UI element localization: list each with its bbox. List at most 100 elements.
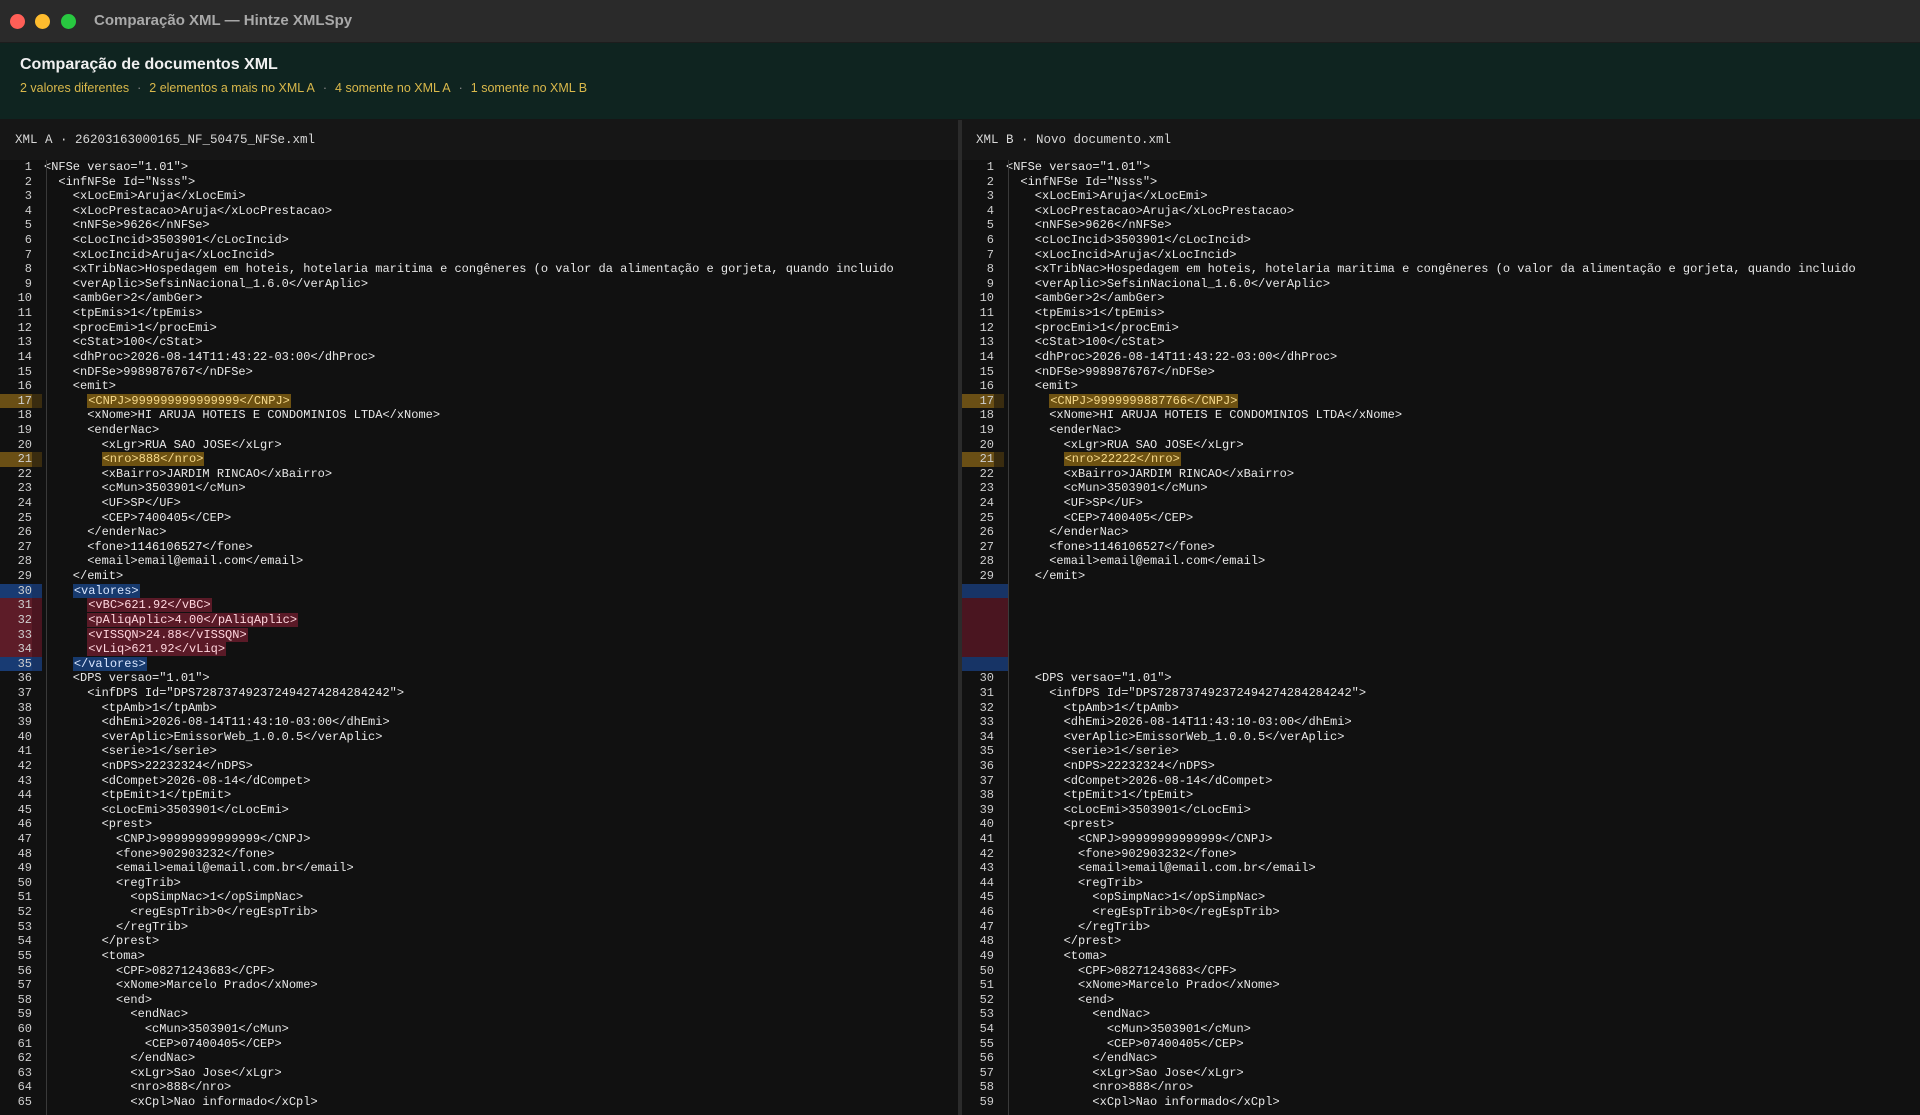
- code-line[interactable]: 19 <enderNac>: [0, 423, 958, 438]
- code-line[interactable]: 6 <cLocIncid>3503901</cLocIncid>: [0, 233, 958, 248]
- code-line[interactable]: 36 <DPS versao="1.01">: [0, 671, 958, 686]
- code-line[interactable]: 5 <nNFSe>9626</nNFSe>: [0, 218, 958, 233]
- code-line[interactable]: 54 <cMun>3503901</cMun>: [962, 1022, 1920, 1037]
- code-line[interactable]: 33 <dhEmi>2026-08-14T11:43:10-03:00</dhE…: [962, 715, 1920, 730]
- code-line[interactable]: 42 <nDPS>22232324</nDPS>: [0, 759, 958, 774]
- code-line[interactable]: 3 <xLocEmi>Aruja</xLocEmi>: [962, 189, 1920, 204]
- code-line[interactable]: 8 <xTribNac>Hospedagem em hoteis, hotela…: [962, 262, 1920, 277]
- code-line[interactable]: 58 <nro>888</nro>: [962, 1080, 1920, 1095]
- diff-placeholder-line[interactable]: [962, 627, 1920, 643]
- code-line[interactable]: 56 <CPF>08271243683</CPF>: [0, 964, 958, 979]
- code-line[interactable]: 53 <endNac>: [962, 1007, 1920, 1022]
- code-line[interactable]: 45 <cLocEmi>3503901</cLocEmi>: [0, 803, 958, 818]
- code-line[interactable]: 39 <cLocEmi>3503901</cLocEmi>: [962, 803, 1920, 818]
- code-line[interactable]: 51 <xNome>Marcelo Prado</xNome>: [962, 978, 1920, 993]
- code-line[interactable]: 63 <xLgr>Sao Jose</xLgr>: [0, 1066, 958, 1081]
- diff-placeholder-line[interactable]: [962, 642, 1920, 657]
- code-line[interactable]: 15 <nDFSe>9989876767</nDFSe>: [0, 365, 958, 380]
- code-line[interactable]: 65 <xCpl>Nao informado</xCpl>: [0, 1095, 958, 1110]
- code-line[interactable]: 21 <nro>888</nro>: [0, 452, 958, 467]
- code-line[interactable]: 11 <tpEmis>1</tpEmis>: [962, 306, 1920, 321]
- diff-placeholder-line[interactable]: [962, 656, 1920, 672]
- code-line[interactable]: 32 <tpAmb>1</tpAmb>: [962, 701, 1920, 716]
- code-line[interactable]: 2 <infNFSe Id="Nsss">: [962, 175, 1920, 190]
- code-line[interactable]: 18 <xNome>HI ARUJA HOTEIS E CONDOMINIOS …: [0, 408, 958, 423]
- code-line[interactable]: 59 <endNac>: [0, 1007, 958, 1022]
- code-line[interactable]: 43 <dCompet>2026-08-14</dCompet>: [0, 774, 958, 789]
- code-line[interactable]: 33 <vISSQN>24.88</vISSQN>: [0, 627, 958, 643]
- code-line[interactable]: 55 <CEP>07400405</CEP>: [962, 1037, 1920, 1052]
- code-line[interactable]: 39 <dhEmi>2026-08-14T11:43:10-03:00</dhE…: [0, 715, 958, 730]
- close-window-button[interactable]: [10, 14, 25, 29]
- code-line[interactable]: 27 <fone>1146106527</fone>: [962, 540, 1920, 555]
- code-line[interactable]: 3 <xLocEmi>Aruja</xLocEmi>: [0, 189, 958, 204]
- code-line[interactable]: 42 <fone>902903232</fone>: [962, 847, 1920, 862]
- code-line[interactable]: 56 </endNac>: [962, 1051, 1920, 1066]
- code-line[interactable]: 64 <nro>888</nro>: [0, 1080, 958, 1095]
- code-line[interactable]: 24 <UF>SP</UF>: [0, 496, 958, 511]
- diff-placeholder-line[interactable]: [962, 598, 1920, 613]
- maximize-window-button[interactable]: [61, 14, 76, 29]
- code-line[interactable]: 15 <nDFSe>9989876767</nDFSe>: [962, 365, 1920, 380]
- code-line[interactable]: 38 <tpAmb>1</tpAmb>: [0, 701, 958, 716]
- code-line[interactable]: 46 <prest>: [0, 817, 958, 832]
- code-line[interactable]: 49 <email>email@email.com.br</email>: [0, 861, 958, 876]
- code-line[interactable]: 9 <verAplic>SefsinNacional_1.6.0</verApl…: [0, 277, 958, 292]
- code-line[interactable]: 9 <verAplic>SefsinNacional_1.6.0</verApl…: [962, 277, 1920, 292]
- code-line[interactable]: 46 <regEspTrib>0</regEspTrib>: [962, 905, 1920, 920]
- code-line[interactable]: 37 <infDPS Id="DPS7287374923724942742842…: [0, 686, 958, 701]
- code-line[interactable]: 13 <cStat>100</cStat>: [962, 335, 1920, 350]
- code-line[interactable]: 29 </emit>: [962, 569, 1920, 584]
- code-line[interactable]: 45 <opSimpNac>1</opSimpNac>: [962, 890, 1920, 905]
- code-line[interactable]: 4 <xLocPrestacao>Aruja</xLocPrestacao>: [962, 204, 1920, 219]
- code-line[interactable]: 16 <emit>: [0, 379, 958, 394]
- xml-b-editor[interactable]: 1 <NFSe versao="1.01"> 2 <infNFSe Id="Nsss…: [962, 160, 1920, 1115]
- code-line[interactable]: 47 </regTrib>: [962, 920, 1920, 935]
- code-line[interactable]: 55 <toma>: [0, 949, 958, 964]
- code-line[interactable]: 32 <pAliqAplic>4.00</pAliqAplic>: [0, 612, 958, 628]
- code-line[interactable]: 40 <prest>: [962, 817, 1920, 832]
- code-line[interactable]: 7 <xLocIncid>Aruja</xLocIncid>: [962, 248, 1920, 263]
- code-line[interactable]: 51 <opSimpNac>1</opSimpNac>: [0, 890, 958, 905]
- code-line[interactable]: 34 <vLiq>621.92</vLiq>: [0, 642, 958, 657]
- code-line[interactable]: 12 <procEmi>1</procEmi>: [0, 321, 958, 336]
- code-line[interactable]: 1 <NFSe versao="1.01">: [962, 160, 1920, 175]
- code-line[interactable]: 17 <CNPJ>999999999999999</CNPJ>: [0, 393, 958, 409]
- code-line[interactable]: 22 <xBairro>JARDIM RINCAO</xBairro>: [0, 467, 958, 482]
- code-line[interactable]: 38 <tpEmit>1</tpEmit>: [962, 788, 1920, 803]
- code-line[interactable]: 5 <nNFSe>9626</nNFSe>: [962, 218, 1920, 233]
- code-line[interactable]: 12 <procEmi>1</procEmi>: [962, 321, 1920, 336]
- code-line[interactable]: 26 </enderNac>: [0, 525, 958, 540]
- code-line[interactable]: 44 <tpEmit>1</tpEmit>: [0, 788, 958, 803]
- diff-placeholder-line[interactable]: [962, 612, 1920, 628]
- code-line[interactable]: 34 <verAplic>EmissorWeb_1.0.0.5</verApli…: [962, 730, 1920, 745]
- code-line[interactable]: 31 <infDPS Id="DPS7287374923724942742842…: [962, 686, 1920, 701]
- code-line[interactable]: 54 </prest>: [0, 934, 958, 949]
- code-line[interactable]: 58 <end>: [0, 993, 958, 1008]
- code-line[interactable]: 35 </valores>: [0, 656, 958, 672]
- code-line[interactable]: 21 <nro>22222</nro>: [962, 452, 1920, 467]
- code-line[interactable]: 20 <xLgr>RUA SAO JOSE</xLgr>: [0, 438, 958, 453]
- code-line[interactable]: 13 <cStat>100</cStat>: [0, 335, 958, 350]
- code-line[interactable]: 25 <CEP>7400405</CEP>: [962, 511, 1920, 526]
- code-line[interactable]: 41 <serie>1</serie>: [0, 744, 958, 759]
- code-line[interactable]: 8 <xTribNac>Hospedagem em hoteis, hotela…: [0, 262, 958, 277]
- code-line[interactable]: 28 <email>email@email.com</email>: [0, 554, 958, 569]
- code-line[interactable]: 48 <fone>902903232</fone>: [0, 847, 958, 862]
- code-line[interactable]: 25 <CEP>7400405</CEP>: [0, 511, 958, 526]
- diff-placeholder-line[interactable]: [962, 583, 1920, 599]
- code-line[interactable]: 43 <email>email@email.com.br</email>: [962, 861, 1920, 876]
- code-line[interactable]: 30 <valores>: [0, 583, 958, 599]
- code-line[interactable]: 48 </prest>: [962, 934, 1920, 949]
- code-line[interactable]: 17 <CNPJ>9999999887766</CNPJ>: [962, 393, 1920, 409]
- code-line[interactable]: 19 <enderNac>: [962, 423, 1920, 438]
- code-line[interactable]: 28 <email>email@email.com</email>: [962, 554, 1920, 569]
- code-line[interactable]: 24 <UF>SP</UF>: [962, 496, 1920, 511]
- code-line[interactable]: 52 <regEspTrib>0</regEspTrib>: [0, 905, 958, 920]
- code-line[interactable]: 60 <cMun>3503901</cMun>: [0, 1022, 958, 1037]
- code-line[interactable]: 47 <CNPJ>99999999999999</CNPJ>: [0, 832, 958, 847]
- code-line[interactable]: 4 <xLocPrestacao>Aruja</xLocPrestacao>: [0, 204, 958, 219]
- code-line[interactable]: 61 <CEP>07400405</CEP>: [0, 1037, 958, 1052]
- code-line[interactable]: 23 <cMun>3503901</cMun>: [962, 481, 1920, 496]
- code-line[interactable]: 40 <verAplic>EmissorWeb_1.0.0.5</verApli…: [0, 730, 958, 745]
